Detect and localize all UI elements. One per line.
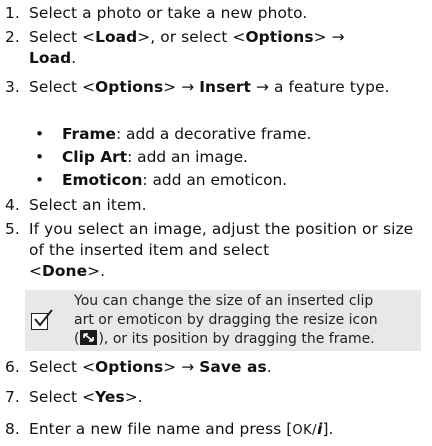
- step-number: 8.: [5, 420, 20, 438]
- step-text: Select an item.: [29, 196, 147, 214]
- step-text: Select <Options> → Save as.: [29, 358, 272, 376]
- step-text: Select a photo or take a new photo.: [29, 4, 308, 22]
- bullet-text: Emoticon: add an emoticon.: [62, 171, 288, 189]
- bullet-text: Frame: add a decorative frame.: [62, 125, 312, 143]
- bullet-dot: •: [35, 125, 45, 143]
- step-number: 3.: [5, 78, 20, 96]
- ok-key-label: OK/: [292, 423, 318, 438]
- checkbox-check-icon: [31, 309, 53, 330]
- step-text: Select <Options> → Insert → a feature ty…: [29, 78, 390, 96]
- bullet-dot: •: [35, 148, 45, 166]
- step-text: Select <Load>, or select <Options> → Load…: [29, 28, 345, 67]
- note-box: You can change the size of an inserted c…: [25, 290, 421, 351]
- step-number: 6.: [5, 358, 20, 376]
- step-number: 1.: [5, 4, 20, 22]
- instruction-page: 1. Select a photo or take a new photo. 2…: [0, 0, 432, 446]
- resize-icon: [80, 330, 98, 345]
- step-text: If you select an image, adjust the posit…: [29, 220, 414, 280]
- step-text: Enter a new file name and press [OK/i].: [29, 420, 334, 438]
- bullet-dot: •: [35, 171, 45, 189]
- step-number: 7.: [5, 388, 20, 406]
- step-number: 4.: [5, 196, 20, 214]
- step-number: 5.: [5, 220, 20, 238]
- step-number: 2.: [5, 28, 20, 46]
- step-text: Select <Yes>.: [29, 388, 143, 406]
- note-text: You can change the size of an inserted c…: [74, 293, 378, 347]
- bullet-text: Clip Art: add an image.: [62, 148, 248, 166]
